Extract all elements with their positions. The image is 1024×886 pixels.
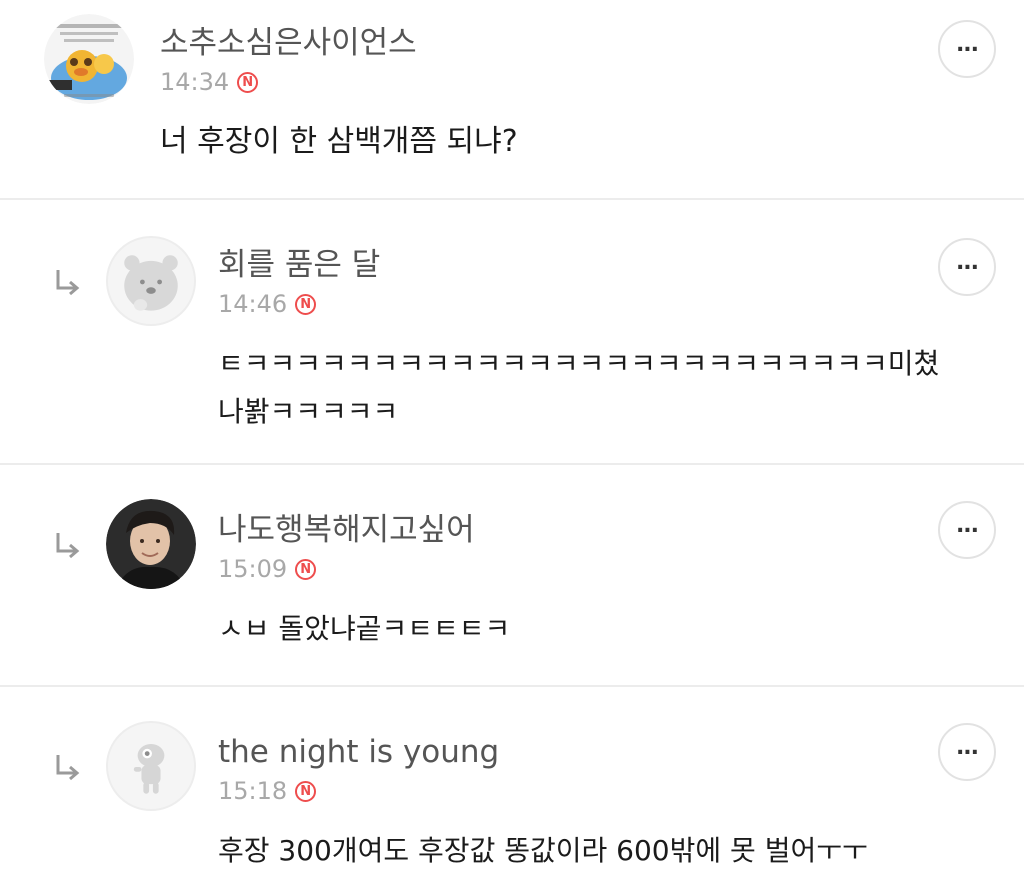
comment-reply-item: the night is young 15:18 N 후장 300개여도 후장값… (0, 687, 1024, 886)
default-bear-avatar-icon (108, 238, 194, 324)
comment-timestamp: 14:34 N (160, 68, 259, 96)
comment-text: ㅌㅋㅋㅋㅋㅋㅋㅋㅋㅋㅋㅋㅋㅋㅋㅋㅋㅋㅋㅋㅋㅋㅋㅋㅋㅋ미쳤 나봙ㅋㅋㅋㅋㅋ (218, 347, 940, 428)
avatar[interactable] (106, 499, 196, 589)
new-badge-icon: N (295, 558, 317, 580)
more-dots-icon: ... (955, 32, 979, 57)
comment-timestamp: 15:09 N (218, 555, 317, 583)
comment-timestamp: 14:46 N (218, 290, 317, 318)
more-dots-icon: ... (955, 735, 979, 760)
reply-arrow-icon (56, 533, 80, 559)
timestamp-text: 15:18 (218, 777, 288, 805)
avatar[interactable] (106, 721, 196, 811)
default-character-avatar-icon (108, 723, 194, 809)
avatar[interactable] (44, 14, 134, 104)
avatar[interactable] (106, 236, 196, 326)
reply-arrow-icon (56, 270, 80, 296)
more-dots-icon: ... (955, 250, 979, 275)
more-dots-icon: ... (955, 513, 979, 538)
comment-reply-item: 나도행복해지고싶어 15:09 N ㅅㅂ 돌았냐곹ㅋㅌㅌㅌㅋ ... (0, 465, 1024, 687)
comment-timestamp: 15:18 N (218, 777, 317, 805)
comment-text: 후장 300개여도 후장값 똥값이라 600밖에 못 벌어ㅜㅜ (218, 834, 868, 867)
new-badge-icon: N (295, 780, 317, 802)
new-badge-icon: N (295, 293, 317, 315)
character-sticker-avatar-icon (44, 14, 134, 104)
comment-reply-item: 회를 품은 달 14:46 N ㅌㅋㅋㅋㅋㅋㅋㅋㅋㅋㅋㅋㅋㅋㅋㅋㅋㅋㅋㅋㅋㅋㅋㅋ… (0, 200, 1024, 465)
more-options-button[interactable]: ... (938, 20, 996, 78)
more-options-button[interactable]: ... (938, 723, 996, 781)
photo-avatar-icon (106, 499, 196, 589)
more-options-button[interactable]: ... (938, 238, 996, 296)
comment-text: ㅅㅂ 돌았냐곹ㅋㅌㅌㅌㅋ (218, 612, 511, 645)
new-badge-icon: N (237, 71, 259, 93)
comment-author[interactable]: the night is young (218, 737, 499, 768)
comment-text: 너 후장이 한 삼백개쯤 되냐? (160, 124, 518, 159)
reply-arrow-icon (56, 755, 80, 781)
timestamp-text: 14:46 (218, 290, 288, 318)
timestamp-text: 14:34 (160, 68, 230, 96)
comment-author[interactable]: 소추소심은사이언스 (160, 28, 417, 59)
comment-item: 소추소심은사이언스 14:34 N 너 후장이 한 삼백개쯤 되냐? ... (0, 0, 1024, 200)
timestamp-text: 15:09 (218, 555, 288, 583)
more-options-button[interactable]: ... (938, 501, 996, 559)
comment-author[interactable]: 회를 품은 달 (218, 250, 380, 281)
comment-author[interactable]: 나도행복해지고싶어 (218, 515, 475, 546)
